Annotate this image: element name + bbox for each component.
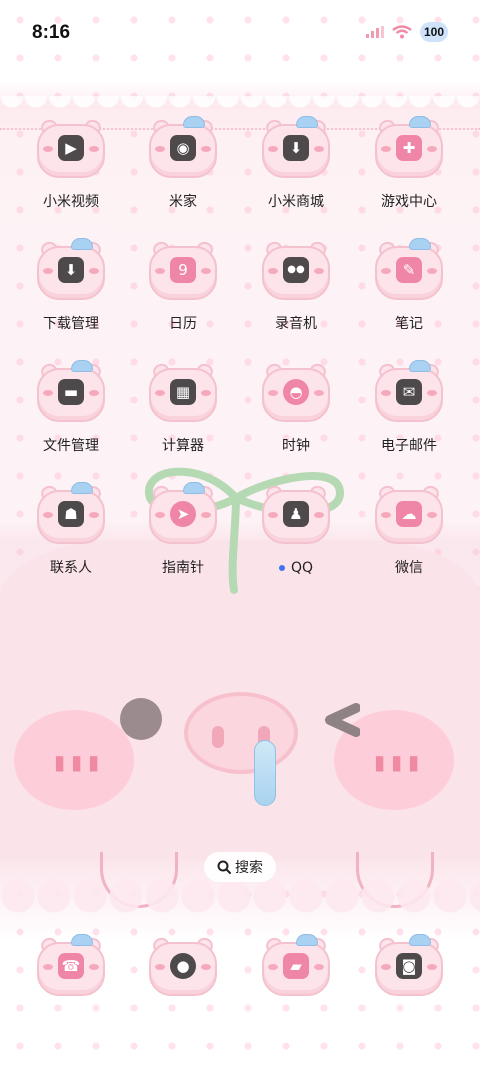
game-icon: ✚ (396, 135, 422, 161)
app-label: 米家 (169, 194, 197, 210)
app-label: 时钟 (282, 438, 310, 454)
browser-icon: ● (170, 953, 196, 979)
qq-icon: ♟ (283, 501, 309, 527)
calculator-icon: ▦ (170, 379, 196, 405)
compass-icon: ➤ (170, 501, 196, 527)
video-icon: ▶ (58, 135, 84, 161)
app-label: 下载管理 (43, 316, 99, 332)
app-wechat[interactable]: ☁ 微信 (354, 483, 464, 578)
app-calendar[interactable]: 9 日历 (128, 239, 238, 334)
mijia-icon: ◉ (170, 135, 196, 161)
app-label: 指南针 (162, 560, 204, 576)
phone-icon: ☎ (58, 953, 84, 979)
camera-icon: ◙ (396, 953, 422, 979)
recorder-icon: ●● (283, 257, 309, 283)
app-label: 电子邮件 (381, 438, 437, 454)
pig-snout (184, 692, 298, 774)
folder-icon: ▬ (58, 379, 84, 405)
wechat-icon: ☁ (396, 501, 422, 527)
app-compass[interactable]: ➤ 指南针 (128, 482, 238, 578)
pig-drip (254, 740, 276, 806)
calendar-icon: 9 (170, 257, 196, 283)
app-label: 联系人 (50, 560, 92, 576)
notes-icon: ✎ (396, 257, 422, 283)
search-label: 搜索 (235, 860, 263, 876)
app-file-manager[interactable]: ▬ 文件管理 (16, 360, 126, 456)
dock-phone[interactable]: ☎ (16, 934, 126, 998)
app-email[interactable]: ✉ 电子邮件 (354, 360, 464, 456)
clock-icon: ◓ (283, 379, 309, 405)
left-cheek: ▮▮▮ (14, 710, 134, 810)
dock-messages[interactable]: ▰ (241, 934, 351, 998)
pig-eye-right (325, 703, 360, 737)
search-button[interactable]: 搜索 (204, 852, 276, 882)
app-label: 文件管理 (43, 438, 99, 454)
app-clock[interactable]: ◓ 时钟 (241, 361, 351, 456)
app-label: 小米商城 (268, 194, 324, 210)
status-time: 8:16 (32, 22, 71, 43)
app-label: 日历 (169, 316, 197, 332)
pig-eye-left (120, 698, 162, 740)
app-notes[interactable]: ✎ 笔记 (354, 238, 464, 334)
wifi-icon (392, 25, 412, 39)
app-label: 游戏中心 (381, 194, 437, 210)
signal-icon (365, 26, 384, 38)
app-mijia[interactable]: ◉ 米家 (128, 116, 238, 212)
app-label: 计算器 (162, 438, 204, 454)
app-xiaomi-mall[interactable]: ⬇ 小米商城 (241, 116, 351, 212)
app-contacts[interactable]: ☗ 联系人 (16, 482, 126, 578)
app-download-manager[interactable]: ⬇ 下载管理 (16, 238, 126, 334)
dock: ☎ ● ▰ ◙ (0, 934, 480, 1006)
app-label-qq: QQ (241, 558, 351, 578)
app-label: 微信 (395, 560, 423, 576)
app-label: 小米视频 (43, 194, 99, 210)
download-icon: ⬇ (58, 257, 84, 283)
status-bar: 8:16 100 (0, 0, 480, 68)
app-qq[interactable]: ♟ QQ (241, 483, 351, 578)
mall-icon: ⬇ (283, 135, 309, 161)
mail-icon: ✉ (396, 379, 422, 405)
dock-camera[interactable]: ◙ (354, 934, 464, 998)
battery-indicator: 100 (419, 22, 448, 42)
app-recorder[interactable]: ●● 录音机 (241, 239, 351, 334)
app-calculator[interactable]: ▦ 计算器 (128, 361, 238, 456)
unread-dot (278, 565, 285, 571)
messages-icon: ▰ (283, 953, 309, 979)
search-icon (217, 860, 231, 874)
app-label: 笔记 (395, 316, 423, 332)
app-game-center[interactable]: ✚ 游戏中心 (354, 116, 464, 212)
status-icons: 100 (365, 22, 448, 42)
app-xiaomi-video[interactable]: ▶ 小米视频 (16, 117, 126, 212)
dock-browser[interactable]: ● (128, 935, 238, 998)
app-label: QQ (290, 560, 314, 576)
contacts-icon: ☗ (58, 501, 84, 527)
app-label: 录音机 (275, 316, 317, 332)
